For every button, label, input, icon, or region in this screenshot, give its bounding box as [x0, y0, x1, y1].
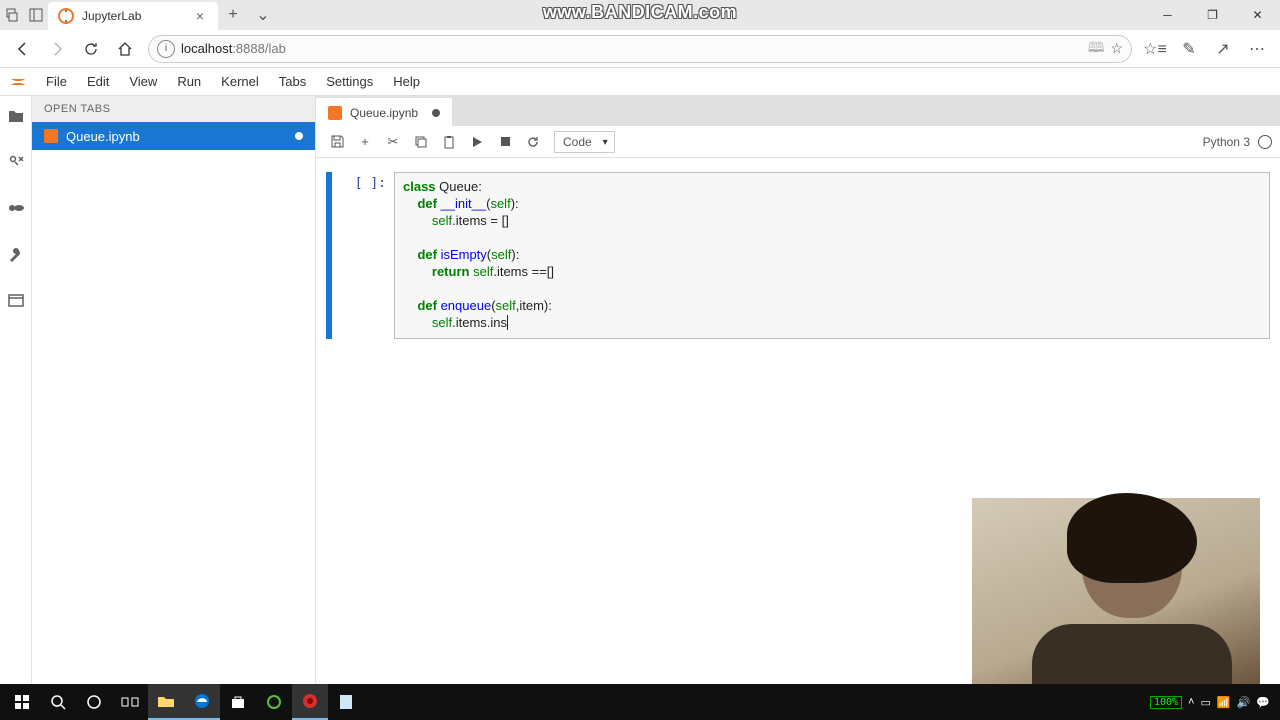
restart-button[interactable] — [520, 129, 546, 155]
favorite-icon[interactable]: ☆ — [1110, 40, 1123, 57]
set-aside-icon[interactable] — [24, 0, 48, 30]
tabs-icon[interactable] — [6, 290, 26, 310]
system-tray[interactable]: 100% ˄ ▭ 📶 🔊 💬 — [1150, 696, 1276, 709]
task-view-icon[interactable] — [112, 684, 148, 720]
kernel-status-icon — [1258, 135, 1272, 149]
site-info-icon[interactable]: i — [157, 40, 175, 58]
menu-run[interactable]: Run — [167, 68, 211, 96]
tray-chevron-icon[interactable]: ˄ — [1188, 696, 1194, 708]
address-bar[interactable]: i localhost:8888/lab 🕮 ☆ — [148, 35, 1132, 63]
share-icon[interactable]: ↗ — [1206, 34, 1240, 64]
window-minimize-button[interactable]: ─ — [1145, 0, 1190, 30]
tab-actions-icon[interactable] — [0, 0, 24, 30]
running-icon[interactable] — [6, 152, 26, 172]
jupyter-menubar: File Edit View Run Kernel Tabs Settings … — [0, 68, 1280, 96]
dirty-indicator-icon — [432, 109, 440, 117]
app-green-icon[interactable] — [256, 684, 292, 720]
notebook-tab-label: Queue.ipynb — [350, 106, 418, 120]
notebook-icon — [328, 106, 342, 120]
url-text: localhost:8888/lab — [181, 41, 286, 56]
file-explorer-icon[interactable] — [148, 684, 184, 720]
notebook-toolbar: + ✂ Code Python 3 — [316, 126, 1280, 158]
tab-dropdown-icon[interactable]: ⌄ — [248, 0, 278, 30]
tray-battery-icon[interactable]: ▭ — [1200, 696, 1210, 709]
notebook-icon — [44, 129, 58, 143]
run-button[interactable] — [464, 129, 490, 155]
start-button[interactable] — [4, 684, 40, 720]
commands-icon[interactable] — [6, 198, 26, 218]
notebook-main: Queue.ipynb + ✂ Code Python 3 [ ]: class… — [316, 96, 1280, 684]
activity-bar — [0, 96, 32, 684]
save-button[interactable] — [324, 129, 350, 155]
cell-marker — [326, 172, 332, 339]
reading-view-icon[interactable]: 🕮 — [1088, 37, 1105, 61]
dirty-indicator-icon — [295, 132, 303, 140]
menu-tabs[interactable]: Tabs — [269, 68, 316, 96]
copy-button[interactable] — [408, 129, 434, 155]
nav-back-button[interactable] — [6, 34, 40, 64]
browser-navbar: i localhost:8888/lab 🕮 ☆ ☆≡ ✎ ↗ ⋯ — [0, 30, 1280, 68]
new-tab-button[interactable]: + — [218, 0, 248, 30]
menu-file[interactable]: File — [36, 68, 77, 96]
paste-button[interactable] — [436, 129, 462, 155]
insert-cell-button[interactable]: + — [352, 129, 378, 155]
window-close-button[interactable]: ✕ — [1235, 0, 1280, 30]
browser-tab[interactable]: JupyterLab × — [48, 2, 218, 30]
jupyter-logo-icon — [4, 68, 32, 96]
notepad-icon[interactable] — [328, 684, 364, 720]
open-tab-item[interactable]: Queue.ipynb — [32, 122, 315, 150]
browser-tab-label: JupyterLab — [82, 9, 192, 23]
cortana-icon[interactable] — [76, 684, 112, 720]
jupyter-favicon — [58, 8, 74, 24]
tools-icon[interactable] — [6, 244, 26, 264]
bandicam-watermark: www.BANDICAM.com — [543, 2, 737, 23]
nav-refresh-button[interactable] — [74, 34, 108, 64]
cell-prompt: [ ]: — [336, 172, 394, 339]
tray-volume-icon[interactable]: 🔊 — [1237, 696, 1251, 709]
menu-kernel[interactable]: Kernel — [211, 68, 269, 96]
window-maximize-button[interactable]: ❐ — [1190, 0, 1235, 30]
browser-titlebar: JupyterLab × + ⌄ www.BANDICAM.com ─ ❐ ✕ — [0, 0, 1280, 30]
notebook-tab[interactable]: Queue.ipynb — [316, 98, 452, 126]
more-icon[interactable]: ⋯ — [1240, 34, 1274, 64]
code-content[interactable]: class Queue: def __init__(self): self.it… — [403, 179, 1261, 332]
cell-type-dropdown[interactable]: Code — [554, 131, 615, 153]
search-icon[interactable] — [40, 684, 76, 720]
code-cell[interactable]: [ ]: class Queue: def __init__(self): se… — [326, 172, 1270, 339]
notebook-area[interactable]: [ ]: class Queue: def __init__(self): se… — [316, 158, 1280, 684]
notebook-tabs: Queue.ipynb — [316, 96, 1280, 126]
file-browser-icon[interactable] — [6, 106, 26, 126]
edge-icon[interactable] — [184, 684, 220, 720]
nav-home-button[interactable] — [108, 34, 142, 64]
menu-edit[interactable]: Edit — [77, 68, 119, 96]
menu-help[interactable]: Help — [383, 68, 430, 96]
windows-taskbar: 100% ˄ ▭ 📶 🔊 💬 — [0, 684, 1280, 720]
menu-view[interactable]: View — [119, 68, 167, 96]
cell-input[interactable]: class Queue: def __init__(self): self.it… — [394, 172, 1270, 339]
jupyter-body: OPEN TABS Queue.ipynb Queue.ipynb + ✂ Co… — [0, 96, 1280, 684]
menu-settings[interactable]: Settings — [316, 68, 383, 96]
tray-wifi-icon[interactable]: 📶 — [1217, 696, 1231, 709]
webcam-overlay — [972, 498, 1260, 684]
favorites-icon[interactable]: ☆≡ — [1138, 34, 1172, 64]
bandicam-icon[interactable] — [292, 684, 328, 720]
cut-button[interactable]: ✂ — [380, 129, 406, 155]
open-tab-label: Queue.ipynb — [66, 129, 140, 144]
store-icon[interactable] — [220, 684, 256, 720]
kernel-name[interactable]: Python 3 — [1203, 135, 1250, 149]
notes-icon[interactable]: ✎ — [1172, 34, 1206, 64]
close-tab-icon[interactable]: × — [192, 8, 208, 24]
left-panel: OPEN TABS Queue.ipynb — [32, 96, 316, 684]
open-tabs-header: OPEN TABS — [32, 96, 315, 122]
battery-status: 100% — [1150, 696, 1182, 709]
notifications-icon[interactable]: 💬 — [1256, 696, 1270, 709]
stop-button[interactable] — [492, 129, 518, 155]
nav-forward-button[interactable] — [40, 34, 74, 64]
